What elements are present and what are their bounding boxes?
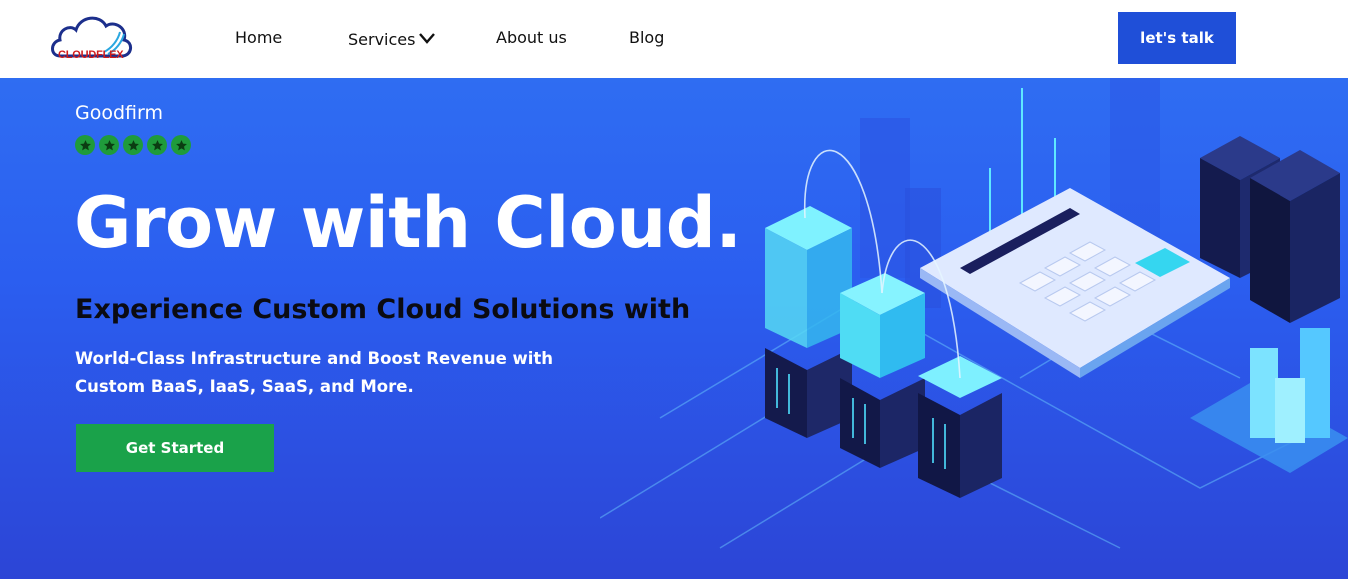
chevron-down-icon[interactable] xyxy=(418,31,436,45)
rating-source: Goodfirm xyxy=(75,102,163,124)
nav-blog[interactable]: Blog xyxy=(629,28,664,47)
hero-description: World-Class Infrastructure and Boost Rev… xyxy=(75,345,595,401)
lets-talk-button[interactable]: let's talk xyxy=(1118,12,1236,64)
hero-subtitle: Experience Custom Cloud Solutions with xyxy=(75,294,691,325)
logo-text: CLOUDFLEX xyxy=(58,49,124,61)
hero-description-line: Custom BaaS, IaaS, SaaS, and More. xyxy=(75,377,414,396)
nav-home[interactable]: Home xyxy=(235,28,282,47)
star-icon xyxy=(75,135,95,155)
cloudflex-logo[interactable]: CLOUDFLEX xyxy=(48,12,134,68)
rating-stars xyxy=(75,135,191,155)
hero-section: Goodfirm Grow with Cloud. Experience Cus… xyxy=(0,78,1348,579)
get-started-button[interactable]: Get Started xyxy=(76,424,274,472)
cloud-infrastructure-illustration xyxy=(600,78,1348,549)
star-icon xyxy=(99,135,119,155)
nav-about-us[interactable]: About us xyxy=(496,28,567,47)
nav-services[interactable]: Services xyxy=(348,30,415,49)
hero-description-line: World-Class Infrastructure and Boost Rev… xyxy=(75,349,554,368)
top-navbar: CLOUDFLEX Home Services About us Blog le… xyxy=(0,0,1348,78)
star-icon xyxy=(147,135,167,155)
star-icon xyxy=(171,135,191,155)
star-icon xyxy=(123,135,143,155)
